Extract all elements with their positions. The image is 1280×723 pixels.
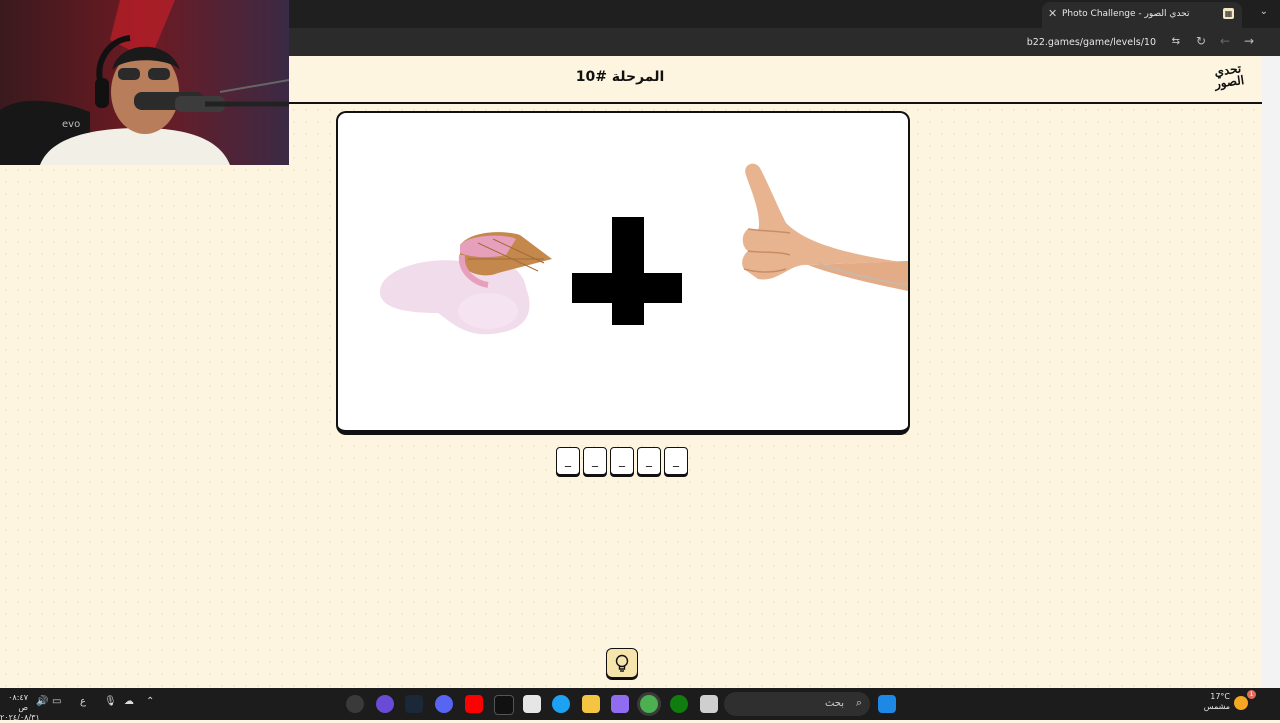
browser-tab-active[interactable]: ✕ Photo Challenge - تحدي الصور ▦	[1042, 2, 1242, 28]
volume-icon[interactable]: 🔊	[36, 696, 48, 707]
clock-date: ٢٠٢٤/٠٨/٣١	[0, 713, 40, 722]
level-title: المرحلة #10	[575, 69, 665, 85]
chrome-icon[interactable]	[640, 695, 658, 713]
weather-sun-icon[interactable]	[1234, 696, 1248, 710]
tab-title: Photo Challenge - تحدي الصور	[1062, 9, 1190, 19]
weather-temp: 17°C	[1210, 692, 1230, 701]
forward-icon[interactable]: →	[1244, 34, 1254, 48]
address-bar[interactable]: b22.games/game/levels/10 ⇆	[630, 31, 1190, 53]
plus-sign-image	[572, 217, 682, 325]
clock-time: ٠٨:٤٧ ص	[8, 693, 28, 712]
obs-icon[interactable]	[346, 695, 364, 713]
puzzle-image-card	[336, 111, 910, 435]
weather-badge: 1	[1247, 690, 1256, 699]
discord-icon[interactable]	[435, 695, 453, 713]
tiktok-icon[interactable]	[494, 695, 514, 715]
copilot-icon[interactable]	[611, 695, 629, 713]
search-placeholder: بحث	[824, 698, 844, 709]
streamer-webcam-image: evo	[0, 0, 289, 165]
youtube-icon[interactable]	[465, 695, 483, 713]
tray-chevron-icon[interactable]: ⌃	[146, 696, 154, 707]
answer-slot[interactable]: _	[664, 447, 688, 475]
answer-slot[interactable]: _	[610, 447, 634, 475]
puzzle-image	[379, 163, 908, 335]
onedrive-icon[interactable]: ☁	[124, 696, 134, 707]
weather-widget[interactable]: 17°C مشمس	[1196, 692, 1230, 712]
answer-slot[interactable]: _	[637, 447, 661, 475]
steam-icon[interactable]	[405, 695, 423, 713]
thumbs-up-image	[742, 163, 908, 291]
address-url[interactable]: b22.games/game/levels/10	[1027, 37, 1156, 48]
calendar-icon[interactable]	[523, 695, 541, 713]
answer-slot[interactable]: _	[583, 447, 607, 475]
logo-line-2: الصور	[1213, 72, 1245, 91]
search-icon: ⌕	[855, 696, 862, 709]
microphone-icon[interactable]: 🎙	[104, 696, 117, 707]
refresh-icon[interactable]: ↻	[1196, 34, 1206, 48]
network-icon[interactable]: ▭	[52, 696, 61, 707]
back-icon[interactable]: ←	[1220, 34, 1230, 48]
windows-taskbar: ٠٨:٤٧ ص ٢٠٢٤/٠٨/٣١ 🔊 ▭ ع 🎙 ☁ ⌃ بحث ⌕ 17°…	[0, 688, 1280, 723]
tab-favicon-icon: ▦	[1223, 8, 1234, 19]
task-view-icon[interactable]	[700, 695, 718, 713]
windows-start-icon[interactable]	[878, 695, 896, 713]
weather-desc: مشمس	[1203, 702, 1230, 711]
lightbulb-icon	[615, 654, 629, 672]
taskbar-clock[interactable]: ٠٨:٤٧ ص ٢٠٢٤/٠٨/٣١	[0, 693, 40, 723]
svg-text:evo: evo	[62, 119, 80, 130]
page-scrollbar[interactable]	[1262, 56, 1280, 688]
tab-close-icon[interactable]: ✕	[1048, 7, 1057, 20]
file-explorer-icon[interactable]	[582, 695, 600, 713]
webcam-overlay: evo	[0, 0, 289, 165]
game-logo[interactable]: تحدي الصور	[1208, 61, 1250, 97]
xbox-icon[interactable]	[670, 695, 688, 713]
taskbar-search[interactable]: بحث ⌕	[724, 692, 870, 716]
app-circle-icon[interactable]	[376, 695, 394, 713]
edge-icon[interactable]	[552, 695, 570, 713]
language-indicator[interactable]: ع	[80, 696, 86, 707]
melted-ice-cream-image	[379, 232, 552, 335]
site-settings-icon[interactable]: ⇆	[1172, 36, 1180, 47]
tab-search-menu-icon[interactable]: ⌄	[1260, 6, 1268, 17]
hint-button[interactable]	[606, 648, 638, 678]
answer-slot[interactable]: _	[556, 447, 580, 475]
